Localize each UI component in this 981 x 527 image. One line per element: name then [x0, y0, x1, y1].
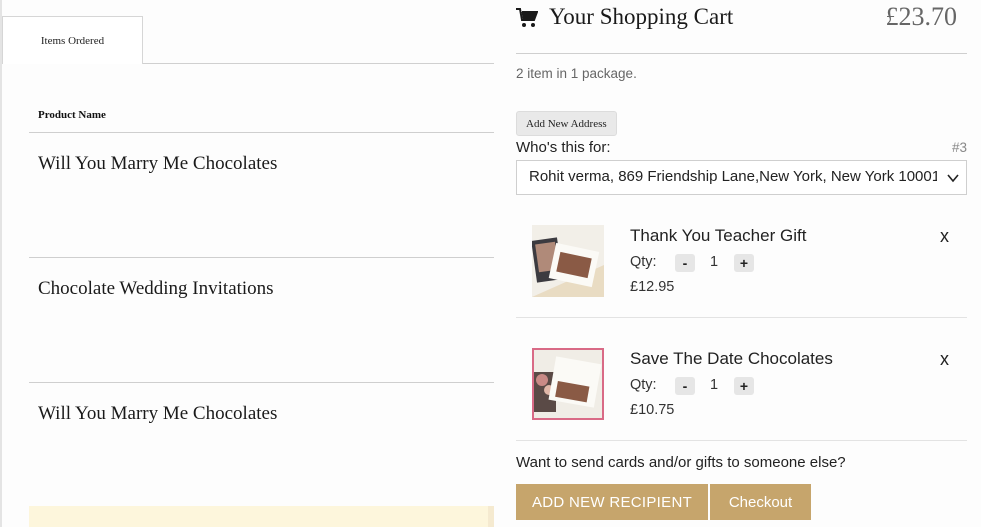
- qty-decrease-button[interactable]: -: [675, 377, 695, 395]
- cart-item: Thank You Teacher Gift Qty: - 1 + £12.95…: [516, 195, 967, 318]
- cart-header: Your Shopping Cart £23.70: [516, 0, 967, 54]
- product-row: Will You Marry Me Chocolates: [29, 133, 494, 258]
- product-row: Will You Marry Me Chocolates: [29, 383, 494, 508]
- cart-title: Your Shopping Cart: [549, 4, 734, 29]
- item-price: £12.95: [630, 279, 675, 295]
- minus-icon: -: [682, 255, 688, 271]
- tab-items-ordered[interactable]: Items Ordered: [2, 16, 143, 64]
- item-name: Save The Date Chocolates: [630, 349, 833, 368]
- qty-label: Qty:: [630, 377, 657, 393]
- remove-item-button[interactable]: x: [940, 349, 949, 370]
- add-new-address-button[interactable]: Add New Address: [516, 111, 617, 136]
- checkout-label: Checkout: [728, 493, 793, 511]
- recipient-selected-value: Rohit verma, 869 Friendship Lane,New Yor…: [529, 168, 937, 185]
- add-new-address-label: Add New Address: [526, 117, 607, 130]
- tab-divider: [143, 63, 494, 64]
- chevron-down-icon: [947, 174, 959, 183]
- product-name: Chocolate Wedding Invitations: [38, 278, 274, 299]
- column-header-product-name: Product Name: [38, 109, 106, 121]
- recipient-label: Who's this for:: [516, 139, 611, 156]
- remove-item-button[interactable]: x: [940, 226, 949, 247]
- cart-summary: 2 item in 1 package.: [516, 66, 637, 81]
- cart-total: £23.70: [885, 2, 958, 31]
- item-name: Thank You Teacher Gift: [630, 226, 807, 245]
- tab-label: Items Ordered: [40, 34, 105, 47]
- product-image-icon: [532, 225, 604, 297]
- footer-strip-edge: [488, 506, 494, 527]
- gift-question: Want to send cards and/or gifts to someo…: [516, 454, 846, 471]
- product-thumbnail[interactable]: [532, 225, 604, 297]
- minus-icon: -: [682, 378, 688, 394]
- plus-icon: +: [739, 255, 749, 271]
- recipient-select[interactable]: Rohit verma, 869 Friendship Lane,New Yor…: [516, 160, 967, 195]
- panel-border: [0, 0, 2, 527]
- recipient-number: #3: [951, 140, 967, 155]
- qty-increase-button[interactable]: +: [734, 377, 754, 395]
- add-new-recipient-label: ADD NEW RECIPIENT: [531, 493, 693, 511]
- product-thumbnail[interactable]: [532, 348, 604, 420]
- product-image-icon: [534, 350, 602, 418]
- plus-icon: +: [739, 378, 749, 394]
- product-name: Will You Marry Me Chocolates: [38, 153, 278, 174]
- qty-value: 1: [710, 254, 719, 270]
- checkout-button[interactable]: Checkout: [710, 484, 811, 520]
- shopping-cart-icon: [516, 8, 538, 27]
- qty-label: Qty:: [630, 254, 657, 270]
- product-name: Will You Marry Me Chocolates: [38, 403, 278, 424]
- item-price: £10.75: [630, 402, 675, 418]
- orders-panel: Items Ordered Product Name Will You Marr…: [0, 0, 500, 527]
- cart-item: Save The Date Chocolates Qty: - 1 + £10.…: [516, 318, 967, 441]
- qty-value: 1: [710, 377, 719, 393]
- add-new-recipient-button[interactable]: ADD NEW RECIPIENT: [516, 484, 708, 520]
- product-row: Chocolate Wedding Invitations: [29, 258, 494, 383]
- footer-strip: [29, 506, 494, 527]
- qty-decrease-button[interactable]: -: [675, 254, 695, 272]
- qty-increase-button[interactable]: +: [734, 254, 754, 272]
